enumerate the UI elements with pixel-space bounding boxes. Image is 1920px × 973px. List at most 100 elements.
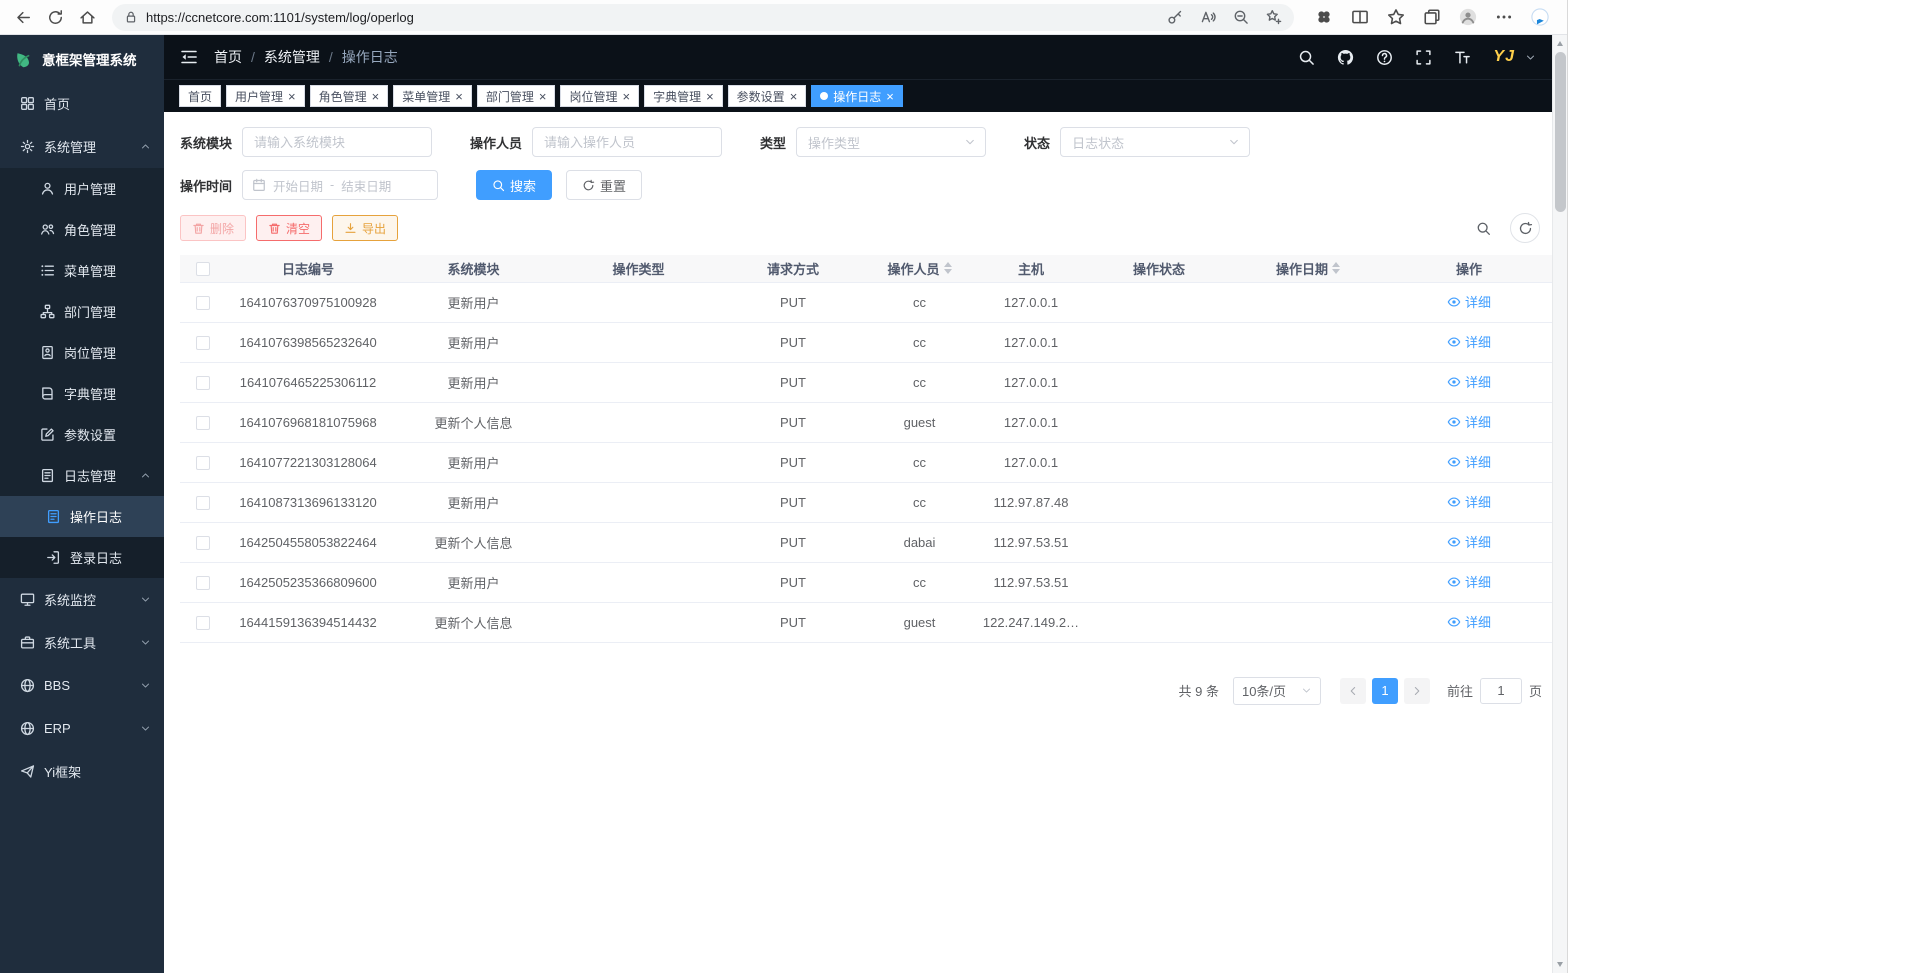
detail-link[interactable]: 详细 — [1447, 412, 1491, 431]
detail-link[interactable]: 详细 — [1447, 292, 1491, 311]
prev-page-button[interactable] — [1340, 678, 1366, 704]
extensions-icon[interactable] — [1310, 4, 1337, 31]
sidebar-menu-item[interactable]: 字典管理 — [0, 373, 164, 414]
reload-icon[interactable] — [40, 2, 70, 32]
column-header[interactable]: 操作 — [1386, 255, 1552, 282]
page-size-select[interactable]: 10条/页 — [1233, 677, 1321, 705]
sidebar-menu-item[interactable]: 角色管理 — [0, 209, 164, 250]
font-size-icon[interactable] — [1454, 49, 1471, 66]
sidebar-menu-item[interactable]: 用户管理 — [0, 168, 164, 209]
close-icon[interactable] — [790, 90, 798, 103]
split-screen-icon[interactable] — [1346, 4, 1373, 31]
export-button[interactable]: 导出 — [332, 215, 398, 241]
close-icon[interactable] — [455, 90, 463, 103]
detail-link[interactable]: 详细 — [1447, 452, 1491, 471]
sidebar-menu-item[interactable]: 日志管理 — [0, 455, 164, 496]
column-header[interactable]: 请求方式 — [721, 255, 865, 282]
more-options-icon[interactable] — [1490, 4, 1517, 31]
close-icon[interactable] — [886, 90, 894, 103]
sidebar-menu-item[interactable]: 系统监控 — [0, 578, 164, 621]
column-header[interactable]: 操作日期 — [1230, 255, 1386, 282]
help-icon[interactable] — [1376, 49, 1393, 66]
address-bar[interactable]: https://ccnetcore.com:1101/system/log/op… — [112, 4, 1294, 31]
row-checkbox[interactable] — [196, 456, 210, 470]
breadcrumb-item[interactable]: 操作日志 — [342, 47, 398, 67]
breadcrumb-item[interactable]: 首页 — [214, 47, 255, 67]
scrollbar-up-icon[interactable] — [1557, 41, 1563, 46]
bing-icon[interactable] — [1526, 4, 1553, 31]
sidebar-menu-item[interactable]: 参数设置 — [0, 414, 164, 455]
home-icon[interactable] — [72, 2, 102, 32]
sidebar-menu-item[interactable]: 岗位管理 — [0, 332, 164, 373]
column-header[interactable]: 操作人员 — [865, 255, 974, 282]
close-icon[interactable] — [706, 90, 714, 103]
detail-link[interactable]: 详细 — [1447, 612, 1491, 631]
row-checkbox[interactable] — [196, 376, 210, 390]
favorites-bar-icon[interactable] — [1382, 4, 1409, 31]
zoom-out-icon[interactable] — [1233, 9, 1249, 25]
sidebar-menu-item[interactable]: 系统工具 — [0, 621, 164, 664]
column-header[interactable]: 系统模块 — [391, 255, 556, 282]
status-select[interactable]: 日志状态 — [1060, 127, 1250, 157]
github-icon[interactable] — [1337, 49, 1354, 66]
detail-link[interactable]: 详细 — [1447, 532, 1491, 551]
collections-icon[interactable] — [1418, 4, 1445, 31]
avatar-caret-icon[interactable] — [1525, 52, 1536, 63]
user-avatar[interactable]: YJ — [1493, 42, 1515, 72]
type-select[interactable]: 操作类型 — [796, 127, 986, 157]
column-header[interactable]: 操作类型 — [556, 255, 721, 282]
row-checkbox[interactable] — [196, 336, 210, 350]
sidebar-menu-item[interactable]: BBS — [0, 664, 164, 707]
operator-input[interactable] — [532, 127, 722, 157]
sidebar-menu-item[interactable]: 操作日志 — [0, 496, 164, 537]
favorite-add-icon[interactable] — [1266, 9, 1282, 25]
module-input[interactable] — [242, 127, 432, 157]
search-button[interactable]: 搜索 — [476, 170, 552, 200]
row-checkbox[interactable] — [196, 416, 210, 430]
sidebar-menu-item[interactable]: 登录日志 — [0, 537, 164, 578]
page-scrollbar[interactable] — [1552, 35, 1567, 973]
tag-view-tab[interactable]: 首页 — [179, 85, 221, 107]
sidebar-menu-item[interactable]: 系统管理 — [0, 125, 164, 168]
close-icon[interactable] — [622, 90, 630, 103]
sidebar-menu-item[interactable]: Yi框架 — [0, 750, 164, 793]
detail-link[interactable]: 详细 — [1447, 332, 1491, 351]
next-page-button[interactable] — [1404, 678, 1430, 704]
back-icon[interactable] — [8, 2, 38, 32]
sidebar-menu-item[interactable]: 部门管理 — [0, 291, 164, 332]
close-icon[interactable] — [288, 90, 296, 103]
breadcrumb-item[interactable]: 系统管理 — [264, 47, 333, 67]
sidebar-toggle[interactable] — [180, 48, 198, 66]
table-search-icon[interactable] — [1468, 213, 1498, 243]
sort-carets-icon[interactable] — [944, 262, 952, 274]
goto-page-input[interactable] — [1480, 678, 1522, 704]
search-icon[interactable] — [1298, 49, 1315, 66]
tag-view-tab[interactable]: 岗位管理 — [560, 85, 639, 107]
tag-view-tab[interactable]: 字典管理 — [644, 85, 723, 107]
close-icon[interactable] — [539, 90, 547, 103]
column-header[interactable]: 操作状态 — [1088, 255, 1230, 282]
url-text[interactable]: https://ccnetcore.com:1101/system/log/op… — [146, 10, 1159, 25]
sidebar-menu-item[interactable]: 菜单管理 — [0, 250, 164, 291]
tag-view-tab[interactable]: 参数设置 — [728, 85, 807, 107]
detail-link[interactable]: 详细 — [1447, 492, 1491, 511]
date-range-picker[interactable]: 开始日期 - 结束日期 — [242, 170, 438, 200]
tag-view-tab[interactable]: 部门管理 — [477, 85, 556, 107]
column-header[interactable]: 日志编号 — [225, 255, 391, 282]
fullscreen-icon[interactable] — [1415, 49, 1432, 66]
sort-carets-icon[interactable] — [1332, 262, 1340, 274]
tag-view-tab[interactable]: 角色管理 — [310, 85, 389, 107]
detail-link[interactable]: 详细 — [1447, 572, 1491, 591]
row-checkbox[interactable] — [196, 496, 210, 510]
detail-link[interactable]: 详细 — [1447, 372, 1491, 391]
scrollbar-thumb[interactable] — [1555, 52, 1566, 212]
scrollbar-down-icon[interactable] — [1557, 962, 1563, 967]
table-refresh-icon[interactable] — [1510, 213, 1540, 243]
row-checkbox[interactable] — [196, 536, 210, 550]
row-checkbox[interactable] — [196, 296, 210, 310]
close-icon[interactable] — [372, 90, 380, 103]
tag-view-tab[interactable]: 操作日志 — [811, 85, 903, 107]
reset-button[interactable]: 重置 — [566, 170, 642, 200]
tag-view-tab[interactable]: 菜单管理 — [393, 85, 472, 107]
clear-button[interactable]: 清空 — [256, 215, 322, 241]
